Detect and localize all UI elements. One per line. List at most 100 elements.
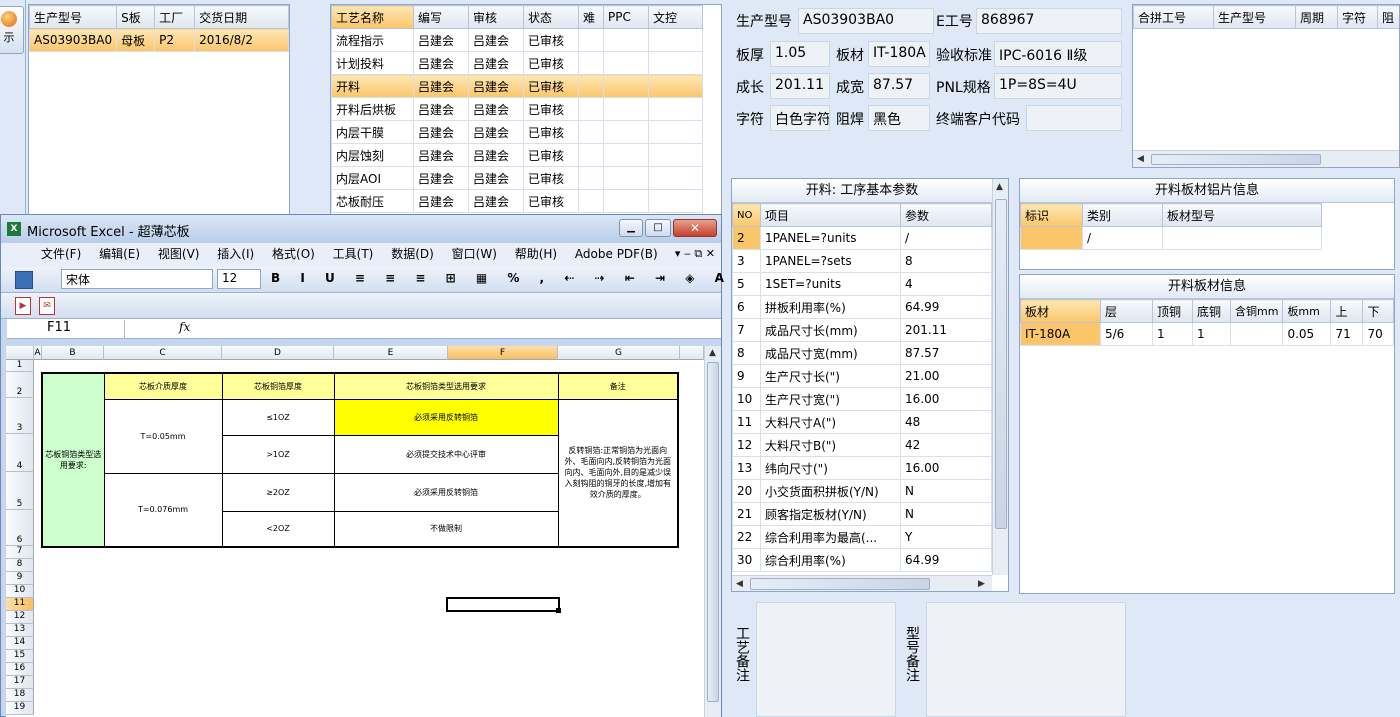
col-header[interactable]: 项目 — [760, 203, 901, 227]
cell[interactable]: 纬向尺寸(") — [760, 456, 901, 480]
col-header[interactable]: 类别 — [1082, 203, 1163, 227]
cell[interactable] — [648, 74, 703, 98]
row-header[interactable]: 2 — [6, 372, 34, 398]
row-header[interactable]: 10 — [6, 585, 34, 598]
spec-cell[interactable]: 不做限制 — [333, 510, 559, 548]
cell[interactable]: 开料 — [331, 74, 414, 98]
menu-data[interactable]: 数据(D) — [391, 247, 434, 261]
spec-header-1[interactable]: 芯板介质厚度 — [103, 372, 223, 400]
cell[interactable]: 2016/8/2 — [194, 28, 289, 52]
scroll-up-icon[interactable]: ▲ — [996, 182, 1003, 192]
len-field[interactable]: 201.11 — [770, 73, 830, 99]
scroll-thumb[interactable] — [707, 362, 719, 702]
col-header[interactable]: 参数 — [900, 203, 992, 227]
cell[interactable]: AS03903BA0 — [28, 28, 118, 52]
col-header-b[interactable]: B — [42, 346, 104, 360]
cell[interactable]: 1 — [1152, 322, 1193, 346]
model-note-field[interactable] — [926, 602, 1126, 717]
cell[interactable]: 7 — [732, 318, 761, 342]
table-row[interactable]: 9 生产尺寸长(") 21.00 — [732, 364, 992, 388]
table-row[interactable]: 22 综合利用率为最高(... Y — [732, 525, 992, 549]
spec-cell[interactable]: >1OZ — [221, 434, 335, 474]
mask-field[interactable]: 黑色 — [868, 105, 930, 131]
spec-cell[interactable]: ≥2OZ — [221, 472, 335, 512]
cell[interactable]: 6 — [732, 295, 761, 319]
cell[interactable]: 开料后烘板 — [331, 97, 414, 121]
table-row[interactable]: 10 生产尺寸宽(") 16.00 — [732, 387, 992, 411]
cell[interactable] — [578, 97, 604, 121]
cell[interactable]: 内层蚀刻 — [331, 143, 414, 167]
menu-help[interactable]: 帮助(H) — [515, 247, 557, 261]
craft-note-field[interactable] — [756, 602, 896, 717]
spec-header-2[interactable]: 芯板铜箔厚度 — [221, 372, 335, 400]
row-header[interactable]: 12 — [6, 611, 34, 624]
col-header-d[interactable]: D — [222, 346, 334, 360]
row-header[interactable]: 8 — [6, 559, 34, 572]
cell[interactable] — [648, 51, 703, 75]
col-header[interactable]: 标识 — [1020, 203, 1083, 227]
cell[interactable] — [603, 74, 649, 98]
col-header[interactable]: 生产型号 — [1213, 5, 1296, 29]
pdf-mail-icon[interactable]: ✉ — [39, 297, 55, 315]
cell[interactable]: 吕建会 — [468, 189, 524, 213]
scroll-up-icon[interactable]: ▲ — [709, 348, 716, 358]
cell[interactable]: 吕建会 — [468, 97, 524, 121]
col-header[interactable]: 生产型号 — [28, 5, 118, 29]
row-header[interactable]: 3 — [6, 398, 34, 434]
cell[interactable]: 0.05 — [1282, 322, 1332, 346]
cell[interactable]: 顾客指定板材(Y/N) — [760, 502, 901, 526]
cell[interactable]: 生产尺寸宽(") — [760, 387, 901, 411]
pnl-field[interactable]: 1P=8S=4U — [994, 73, 1122, 99]
cell[interactable]: IT-180A — [1020, 322, 1101, 346]
cell[interactable]: 已审核 — [523, 120, 579, 144]
cell[interactable]: 流程指示 — [331, 28, 414, 52]
col-header-h[interactable] — [680, 346, 704, 360]
cell[interactable] — [603, 189, 649, 213]
cell[interactable] — [603, 51, 649, 75]
toolbar-icons[interactable]: B I U ≡ ≡ ≡ ⊞ ▦ % , ⇠ ⇢ ⇤ ⇥ ◈ A — [271, 271, 732, 285]
table-row[interactable]: 12 大料尺寸B(") 42 — [732, 433, 992, 457]
table-row[interactable]: / — [1020, 226, 1322, 250]
col-header[interactable]: 文控 — [648, 5, 703, 29]
cell[interactable]: N — [900, 502, 992, 526]
doc-controls[interactable]: ▾ ‒ ⧉ ✕ — [675, 243, 715, 265]
menu-window[interactable]: 窗口(W) — [452, 247, 497, 261]
col-header[interactable]: 层 — [1100, 299, 1153, 323]
spec-cell[interactable]: 必须采用反转铜箔 — [333, 472, 559, 512]
cell[interactable]: 已审核 — [523, 28, 579, 52]
cell[interactable]: 吕建会 — [413, 51, 469, 75]
col-header[interactable]: 状态 — [523, 5, 579, 29]
cell[interactable]: 11 — [732, 410, 761, 434]
cell[interactable]: 吕建会 — [413, 166, 469, 190]
table-row[interactable]: 20 小交货面积拼板(Y/N) N — [732, 479, 992, 503]
cell[interactable]: 10 — [732, 387, 761, 411]
cell[interactable]: 吕建会 — [413, 28, 469, 52]
cell[interactable]: 1PANEL=?sets — [760, 249, 901, 273]
scroll-right-icon[interactable]: ▶ — [978, 579, 985, 589]
active-cell[interactable] — [446, 597, 560, 612]
menu-format[interactable]: 格式(O) — [272, 247, 315, 261]
cell[interactable] — [578, 51, 604, 75]
col-header[interactable]: 顶铜 — [1152, 299, 1193, 323]
table-row[interactable]: 5 1SET=?units 4 — [732, 272, 992, 296]
cell[interactable]: 内层AOI — [331, 166, 414, 190]
row-header[interactable]: 13 — [6, 624, 34, 637]
table-row[interactable]: 11 大料尺寸A(") 48 — [732, 410, 992, 434]
cell[interactable]: 吕建会 — [468, 166, 524, 190]
cell[interactable]: 16.00 — [900, 387, 992, 411]
cell[interactable]: 大料尺寸B(") — [760, 433, 901, 457]
col-header[interactable]: 难 — [578, 5, 604, 29]
col-header[interactable]: PPC — [603, 5, 649, 29]
row-header[interactable]: 11 — [6, 598, 34, 611]
row-header[interactable]: 16 — [6, 663, 34, 676]
namebox[interactable]: F11 — [7, 320, 125, 338]
cell[interactable] — [578, 28, 604, 52]
fill-handle[interactable] — [556, 608, 561, 613]
col-header[interactable]: 板mm — [1282, 299, 1332, 323]
cell[interactable]: / — [1082, 226, 1163, 250]
scroll-left-icon[interactable]: ◀ — [1137, 154, 1144, 164]
cell[interactable]: 吕建会 — [468, 74, 524, 98]
table-row[interactable]: 内层干膜 吕建会 吕建会 已审核 — [331, 120, 703, 144]
cell[interactable]: 内层干膜 — [331, 120, 414, 144]
corner-cell[interactable] — [6, 346, 34, 360]
